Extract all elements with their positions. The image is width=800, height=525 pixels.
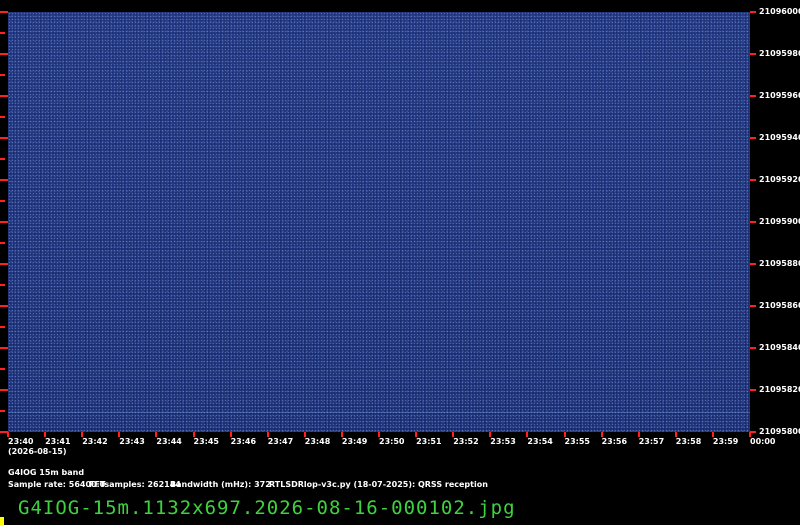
y-minor-tick: [0, 410, 5, 412]
y-tick-right: [750, 11, 756, 13]
y-tick-left: [0, 137, 8, 139]
y-tick-label: 21095920: [759, 175, 800, 184]
y-tick-left: [0, 389, 8, 391]
y-tick-left: [0, 347, 8, 349]
y-tick-label: 21095840: [759, 343, 800, 352]
x-tick-label: 23:50: [379, 437, 405, 446]
x-tick-label: 23:47: [267, 437, 294, 446]
fft-samples-label: FFTsamples: 262144: [89, 480, 181, 489]
x-tick-label: 23:52: [453, 437, 479, 446]
y-tick-left: [0, 11, 8, 13]
y-minor-tick: [0, 368, 5, 370]
x-tick-label: 23:43: [119, 437, 145, 446]
y-tick-left: [0, 53, 8, 55]
x-tick-label: 23:56: [601, 437, 628, 446]
y-tick-label: 21095940: [759, 133, 800, 142]
x-tick-label: 23:57: [638, 437, 665, 446]
x-tick-label: 23:49: [341, 437, 368, 446]
y-tick-right: [750, 137, 756, 139]
x-tick-label: 23:41: [45, 437, 71, 446]
x-tick-label: 00:00: [750, 437, 776, 446]
y-minor-tick: [0, 74, 5, 76]
y-minor-tick: [0, 242, 5, 244]
y-tick-right: [750, 179, 756, 181]
x-tick-label: 23:59: [712, 437, 739, 446]
filename-caption: G4IOG-15m.1132x697.2026-08-16-000102.jpg: [18, 497, 516, 519]
corner-marker: [0, 517, 4, 525]
y-tick-label: 21096000: [759, 7, 800, 16]
y-minor-tick: [0, 116, 5, 118]
x-tick-label: 23:45: [193, 437, 219, 446]
y-minor-tick: [0, 284, 5, 286]
program-label: RTLSDRlop-v3c.py (18-07-2025): QRSS rece…: [269, 480, 488, 489]
y-tick-label: 21095960: [759, 91, 800, 100]
y-minor-tick: [0, 158, 5, 160]
y-tick-left: [0, 179, 8, 181]
y-tick-right: [750, 221, 756, 223]
x-tick-label: 23:42: [82, 437, 108, 446]
y-tick-right: [750, 263, 756, 265]
x-tick-label: 23:40: [8, 437, 34, 446]
x-tick-label: 23:53: [490, 437, 516, 446]
date-label: (2026-08-15): [8, 447, 67, 456]
bandwidth-label: Bandwidth (mHz): 372: [170, 480, 271, 489]
y-tick-right: [750, 53, 756, 55]
x-tick-label: 23:44: [156, 437, 182, 446]
y-minor-tick: [0, 200, 5, 202]
y-tick-right: [750, 347, 756, 349]
y-tick-label: 21095980: [759, 49, 800, 58]
y-minor-tick: [0, 326, 5, 328]
y-tick-left: [0, 95, 8, 97]
x-tick-label: 23:55: [564, 437, 590, 446]
y-tick-right: [750, 389, 756, 391]
x-tick-label: 23:46: [230, 437, 257, 446]
y-tick-label: 21095880: [759, 259, 800, 268]
x-tick-label: 23:48: [304, 437, 331, 446]
band-label: G4IOG 15m band: [8, 468, 85, 477]
y-minor-tick: [0, 32, 5, 34]
y-tick-label: 21095860: [759, 301, 800, 310]
x-tick-label: 23:58: [675, 437, 702, 446]
x-tick-label: 23:54: [527, 437, 553, 446]
x-tick-label: 23:51: [416, 437, 442, 446]
y-tick-label: 21095900: [759, 217, 800, 226]
y-tick-left: [0, 263, 8, 265]
y-tick-left: [0, 221, 8, 223]
y-tick-right: [750, 95, 756, 97]
y-tick-left: [0, 305, 8, 307]
waterfall-plot: [8, 12, 750, 432]
y-tick-label: 21095820: [759, 385, 800, 394]
faint-signal-trace: [8, 412, 750, 413]
y-tick-label: 21095800: [759, 427, 800, 436]
y-tick-right: [750, 305, 756, 307]
